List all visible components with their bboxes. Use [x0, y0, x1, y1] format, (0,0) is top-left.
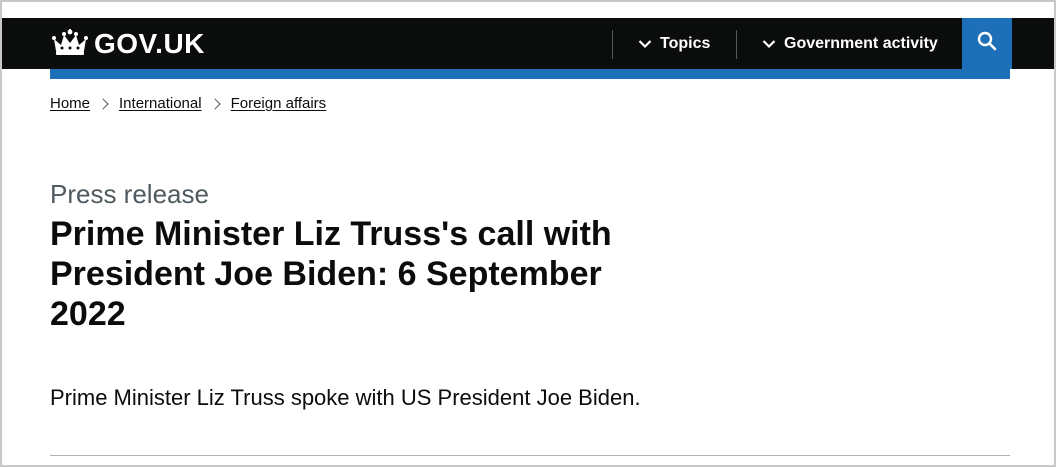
lead-paragraph: Prime Minister Liz Truss spoke with US P… — [50, 385, 641, 410]
header-accent-bar — [50, 69, 1010, 79]
government-activity-menu-button[interactable]: Government activity — [762, 18, 938, 69]
govuk-logo-link[interactable]: GOV.UK — [52, 18, 205, 69]
chevron-right-icon — [208, 97, 221, 110]
search-button[interactable] — [962, 18, 1012, 69]
breadcrumb-international-link[interactable]: International — [119, 95, 202, 112]
breadcrumb-foreign-affairs-link[interactable]: Foreign affairs — [231, 95, 327, 112]
section-divider — [50, 455, 1010, 456]
topics-menu-button[interactable]: Topics — [638, 18, 710, 69]
govuk-logo-text: GOV.UK — [94, 27, 205, 59]
chevron-right-icon — [97, 97, 109, 110]
topics-menu-label: Topics — [660, 34, 711, 52]
breadcrumb-home-link[interactable]: Home — [50, 95, 90, 112]
page-title: Prime Minister Liz Truss's call with Pre… — [50, 215, 612, 333]
search-icon — [977, 31, 997, 56]
chevron-down-icon — [762, 39, 776, 49]
crown-icon — [52, 28, 88, 59]
page-caption: Press release — [50, 179, 209, 209]
nav-divider — [736, 30, 737, 59]
breadcrumb: Home International Foreign affairs — [50, 95, 326, 112]
government-activity-menu-label: Government activity — [784, 34, 938, 52]
chevron-down-icon — [638, 39, 652, 49]
nav-divider — [612, 30, 613, 59]
govuk-header: GOV.UK Topics Government activity — [2, 18, 1054, 69]
